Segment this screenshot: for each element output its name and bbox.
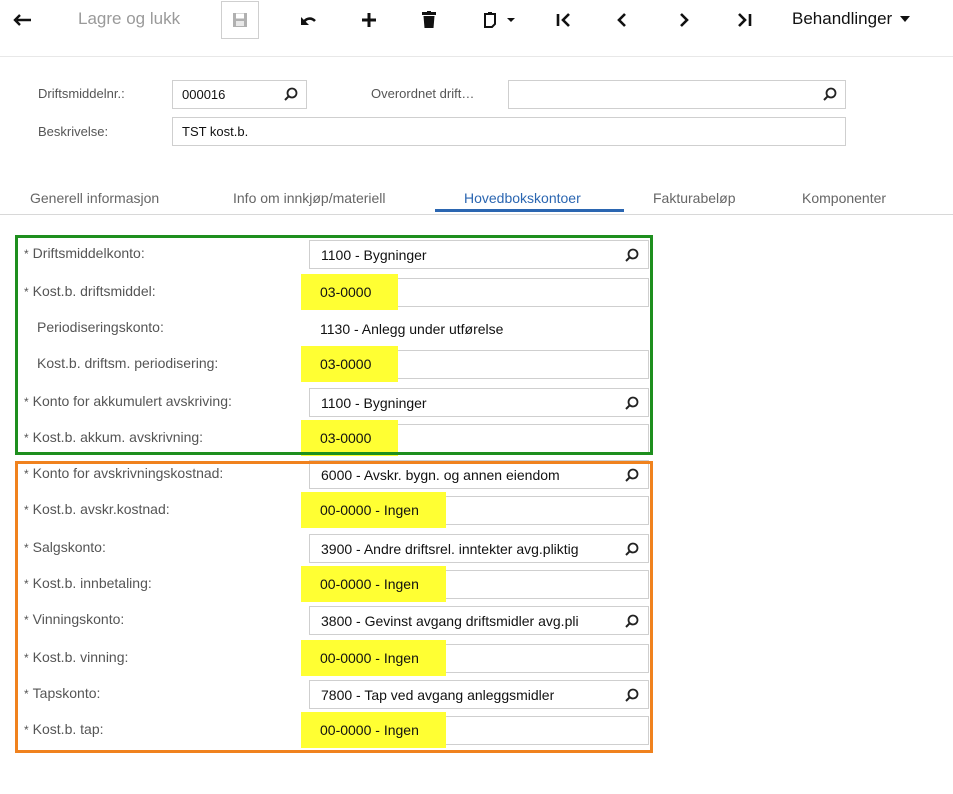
parent-asset-label: Overordnet drift… [371,86,475,101]
asset-no-field[interactable]: 000016 [172,80,307,109]
asset-no-value: 000016 [182,87,226,102]
tab-bar [0,156,953,215]
copy-paste-icon[interactable] [475,6,525,34]
search-icon[interactable] [284,87,298,101]
asset-no-label: Driftsmiddelnr.: [38,86,125,101]
active-tab-indicator [435,209,624,212]
search-icon[interactable] [823,87,837,101]
asset-accounts-group-outline [15,235,653,455]
save-close-button[interactable]: Lagre og lukk [78,9,180,29]
tab-general-info[interactable]: Generell informasjon [30,190,159,206]
tab-invoice-amounts[interactable]: Fakturabeløp [653,190,735,206]
tab-purchase-info[interactable]: Info om innkjøp/materiell [233,190,386,206]
description-field[interactable]: TST kost.b. [172,117,846,146]
result-accounts-group-outline [15,461,653,753]
actions-menu-label: Behandlinger [792,9,893,28]
tab-gl-accounts[interactable]: Hovedbokskontoer [464,190,581,206]
first-record-icon[interactable] [553,6,575,34]
description-value: TST kost.b. [182,124,249,139]
add-icon[interactable] [356,6,382,34]
previous-record-icon[interactable] [612,6,632,34]
parent-asset-field[interactable] [508,80,846,109]
save-button[interactable] [221,1,259,39]
undo-icon[interactable] [295,6,321,34]
last-record-icon[interactable] [733,6,755,34]
next-record-icon[interactable] [674,6,694,34]
save-icon [233,13,247,27]
delete-icon[interactable] [418,6,440,34]
tab-components[interactable]: Komponenter [802,190,886,206]
chevron-down-icon [900,16,911,22]
back-arrow-icon[interactable] [8,6,36,34]
actions-menu[interactable]: Behandlinger [792,9,911,29]
description-label: Beskrivelse: [38,124,109,139]
